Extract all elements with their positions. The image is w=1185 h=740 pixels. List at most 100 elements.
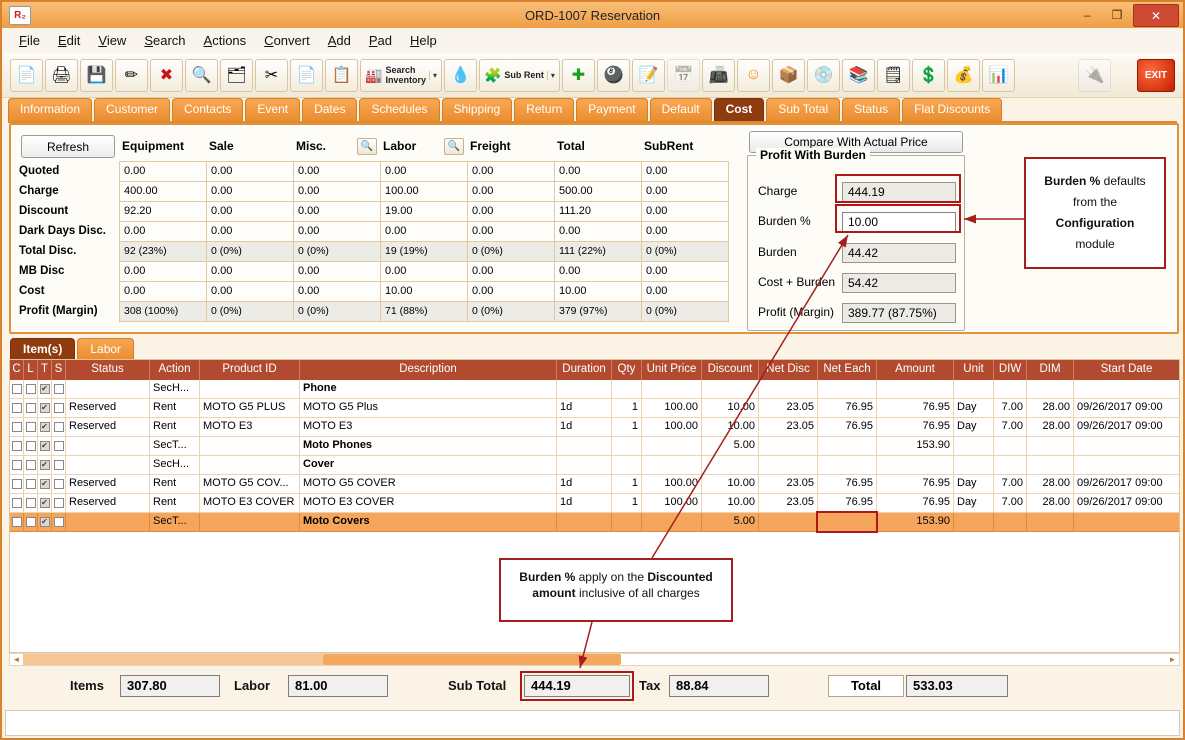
cell-action[interactable]: Rent xyxy=(150,494,200,513)
row-checkbox[interactable] xyxy=(10,513,24,532)
cell-amount[interactable]: 76.95 xyxy=(877,399,954,418)
row-checkbox[interactable] xyxy=(52,380,66,399)
cell-description[interactable]: Phone xyxy=(300,380,557,399)
row-checkbox[interactable] xyxy=(52,418,66,437)
scroll-right-icon[interactable]: ► xyxy=(1166,654,1179,665)
col-header-diw[interactable]: DIW xyxy=(994,360,1027,380)
tab-return[interactable]: Return xyxy=(514,98,574,121)
find-binoculars-button[interactable]: 🔍 xyxy=(185,59,218,92)
smiley-button[interactable]: ☺ xyxy=(737,59,770,92)
cut-document-button[interactable]: 🗂 xyxy=(220,59,253,92)
col-header-unit[interactable]: Unit xyxy=(954,360,994,380)
save-button[interactable]: 💾 xyxy=(80,59,113,92)
scrollbar-thumb[interactable] xyxy=(323,654,621,665)
cell-net-disc[interactable] xyxy=(759,437,818,456)
cell-net-each[interactable] xyxy=(818,380,877,399)
col-header-status[interactable]: Status xyxy=(66,360,150,380)
cell-discount[interactable]: 10.00 xyxy=(702,418,759,437)
cell-status[interactable]: Reserved xyxy=(66,475,150,494)
cell-status[interactable] xyxy=(66,456,150,475)
print-button[interactable]: 🖨 xyxy=(45,59,78,92)
menu-actions[interactable]: Actions xyxy=(195,30,256,51)
horizontal-scrollbar[interactable]: ◄ ► xyxy=(9,653,1180,666)
tab-labor[interactable]: Labor xyxy=(77,338,134,359)
cell-description[interactable]: MOTO E3 xyxy=(300,418,557,437)
cell-discount[interactable]: 10.00 xyxy=(702,494,759,513)
chevron-down-icon[interactable]: ▾ xyxy=(547,71,555,80)
cell-dim[interactable] xyxy=(1027,456,1074,475)
disc-button[interactable]: 💿 xyxy=(807,59,840,92)
cell-diw[interactable]: 7.00 xyxy=(994,399,1027,418)
tab-shipping[interactable]: Shipping xyxy=(442,98,513,121)
cell-status[interactable]: Reserved xyxy=(66,418,150,437)
col-header-duration[interactable]: Duration xyxy=(557,360,612,380)
row-checkbox[interactable]: ✔ xyxy=(38,437,52,456)
cell-description[interactable]: Cover xyxy=(300,456,557,475)
tab-cost[interactable]: Cost xyxy=(714,98,765,121)
cell-discount[interactable]: 5.00 xyxy=(702,437,759,456)
row-checkbox[interactable] xyxy=(52,399,66,418)
row-checkbox[interactable] xyxy=(24,418,38,437)
notepad-button[interactable]: 🗒 xyxy=(877,59,910,92)
menu-edit[interactable]: Edit xyxy=(49,30,89,51)
edit-pencil-button[interactable]: ✏ xyxy=(115,59,148,92)
cell-net-disc[interactable] xyxy=(759,380,818,399)
cell-description[interactable]: MOTO E3 COVER xyxy=(300,494,557,513)
col-header-qty[interactable]: Qty xyxy=(612,360,642,380)
row-checkbox[interactable] xyxy=(24,513,38,532)
menu-file[interactable]: File xyxy=(10,30,49,51)
cell-duration[interactable] xyxy=(557,456,612,475)
add-plus-button[interactable]: ✚ xyxy=(562,59,595,92)
cell-unit-price[interactable]: 100.00 xyxy=(642,494,702,513)
col-header-description[interactable]: Description xyxy=(300,360,557,380)
col-header-discount[interactable]: Discount xyxy=(702,360,759,380)
plug-button[interactable]: 🔌 xyxy=(1078,59,1111,92)
table-row[interactable]: ✔SecH...Phone xyxy=(10,380,1179,399)
cell-unit[interactable] xyxy=(954,513,994,532)
cell-duration[interactable] xyxy=(557,437,612,456)
cell-start-date[interactable] xyxy=(1074,380,1180,399)
cell-qty[interactable] xyxy=(612,380,642,399)
cell-action[interactable]: Rent xyxy=(150,418,200,437)
table-row[interactable]: ✔SecH...Cover xyxy=(10,456,1179,475)
cell-net-disc[interactable] xyxy=(759,513,818,532)
cell-start-date[interactable] xyxy=(1074,513,1180,532)
ink-drop-button[interactable]: 💧 xyxy=(444,59,477,92)
cell-net-each[interactable]: 76.95 xyxy=(818,418,877,437)
cell-duration[interactable]: 1d xyxy=(557,494,612,513)
row-checkbox[interactable] xyxy=(24,494,38,513)
cell-unit[interactable] xyxy=(954,456,994,475)
row-checkbox[interactable] xyxy=(10,437,24,456)
cell-amount[interactable] xyxy=(877,380,954,399)
cell-status[interactable] xyxy=(66,437,150,456)
cell-unit[interactable]: Day xyxy=(954,494,994,513)
fax-machine-button[interactable]: 📠 xyxy=(702,59,735,92)
cell-amount[interactable]: 76.95 xyxy=(877,475,954,494)
tab-customer[interactable]: Customer xyxy=(94,98,170,121)
table-row[interactable]: ✔SecT...Moto Phones5.00153.90 xyxy=(10,437,1179,456)
cell-unit-price[interactable]: 100.00 xyxy=(642,399,702,418)
cell-description[interactable]: MOTO G5 COVER xyxy=(300,475,557,494)
menu-convert[interactable]: Convert xyxy=(255,30,319,51)
cell-action[interactable]: SecH... xyxy=(150,380,200,399)
row-checkbox[interactable] xyxy=(24,399,38,418)
cell-action[interactable]: SecH... xyxy=(150,456,200,475)
cell-action[interactable]: Rent xyxy=(150,475,200,494)
cell-qty[interactable]: 1 xyxy=(612,418,642,437)
cell-qty[interactable] xyxy=(612,456,642,475)
cut-scissors-button[interactable]: ✂ xyxy=(255,59,288,92)
cell-start-date[interactable]: 09/26/2017 09:00 xyxy=(1074,399,1180,418)
cell-diw[interactable]: 7.00 xyxy=(994,494,1027,513)
cell-amount[interactable]: 76.95 xyxy=(877,494,954,513)
cell-dim[interactable] xyxy=(1027,513,1074,532)
row-checkbox[interactable] xyxy=(24,475,38,494)
cell-unit[interactable]: Day xyxy=(954,399,994,418)
menu-view[interactable]: View xyxy=(89,30,135,51)
col-header-action[interactable]: Action xyxy=(150,360,200,380)
cell-net-disc[interactable]: 23.05 xyxy=(759,494,818,513)
cell-unit-price[interactable] xyxy=(642,437,702,456)
cell-unit-price[interactable]: 100.00 xyxy=(642,418,702,437)
row-checkbox[interactable]: ✔ xyxy=(38,418,52,437)
package-button[interactable]: 📦 xyxy=(772,59,805,92)
cell-net-each[interactable]: 76.95 xyxy=(818,494,877,513)
